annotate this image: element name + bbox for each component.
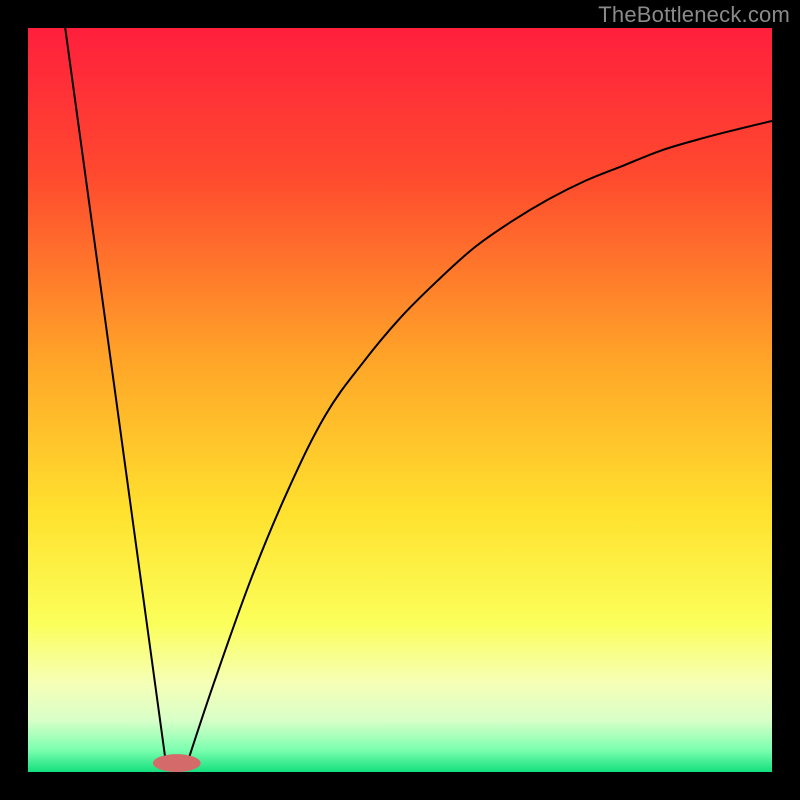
chart-frame: TheBottleneck.com	[0, 0, 800, 800]
gradient-background	[28, 28, 772, 772]
dip-marker	[153, 754, 201, 772]
plot-area	[28, 28, 772, 772]
gradient-chart	[28, 28, 772, 772]
attribution-text: TheBottleneck.com	[598, 2, 790, 28]
